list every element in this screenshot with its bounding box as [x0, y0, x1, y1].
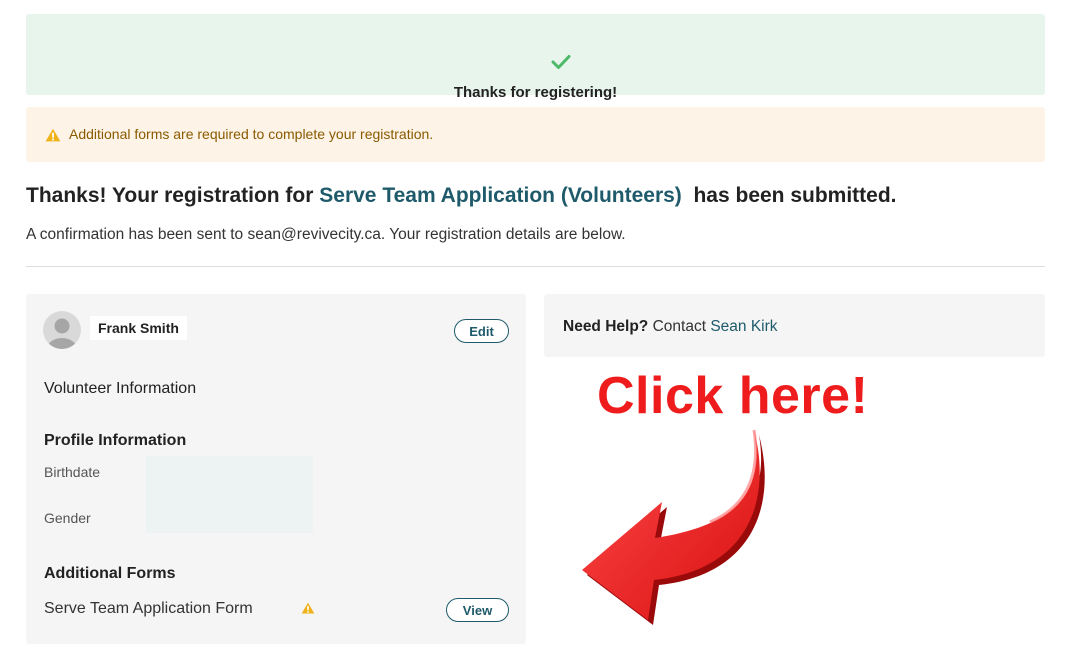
redacted-values — [146, 456, 313, 533]
event-name-link[interactable]: Serve Team Application (Volunteers) — [319, 184, 682, 207]
success-title: Thanks for registering! — [453, 84, 618, 101]
registrant-name: Frank Smith — [90, 316, 187, 340]
divider — [26, 266, 1045, 267]
view-form-button[interactable]: View — [446, 598, 509, 622]
click-here-annotation: Click here! — [597, 367, 869, 425]
contact-link[interactable]: Sean Kirk — [710, 318, 777, 335]
additional-forms-title: Additional Forms — [44, 565, 176, 582]
help-text: Need Help? Contact Sean Kirk — [563, 318, 778, 336]
check-icon — [551, 55, 571, 69]
form-name: Serve Team Application Form — [44, 600, 253, 617]
edit-button[interactable]: Edit — [454, 319, 509, 343]
gender-label: Gender — [44, 510, 91, 526]
help-contact-prefix: Contact — [652, 318, 706, 335]
category-label: Volunteer Information — [44, 380, 197, 397]
avatar — [43, 311, 81, 349]
warning-text: Additional forms are required to complet… — [69, 126, 434, 142]
warning-icon — [301, 602, 315, 614]
birthdate-label: Birthdate — [44, 464, 101, 480]
curved-arrow-icon — [582, 429, 765, 625]
confirmation-subtext: A confirmation has been sent to sean@rev… — [26, 226, 626, 243]
success-banner: Thanks for registering! — [26, 14, 1045, 101]
heading-suffix: has been submitted. — [693, 184, 897, 207]
help-label: Need Help? — [563, 318, 649, 335]
heading-prefix: Thanks! Your registration for — [26, 184, 320, 207]
confirmation-heading: Thanks! Your registration for Serve Team… — [26, 184, 897, 208]
user-icon — [47, 318, 77, 349]
profile-section-title: Profile Information — [44, 432, 187, 449]
registrant-card: Frank Smith Edit Volunteer Information P… — [26, 294, 526, 644]
warning-icon — [45, 128, 61, 142]
help-box: Need Help? Contact Sean Kirk — [544, 294, 1045, 357]
warning-banner: Additional forms are required to complet… — [26, 107, 1045, 162]
